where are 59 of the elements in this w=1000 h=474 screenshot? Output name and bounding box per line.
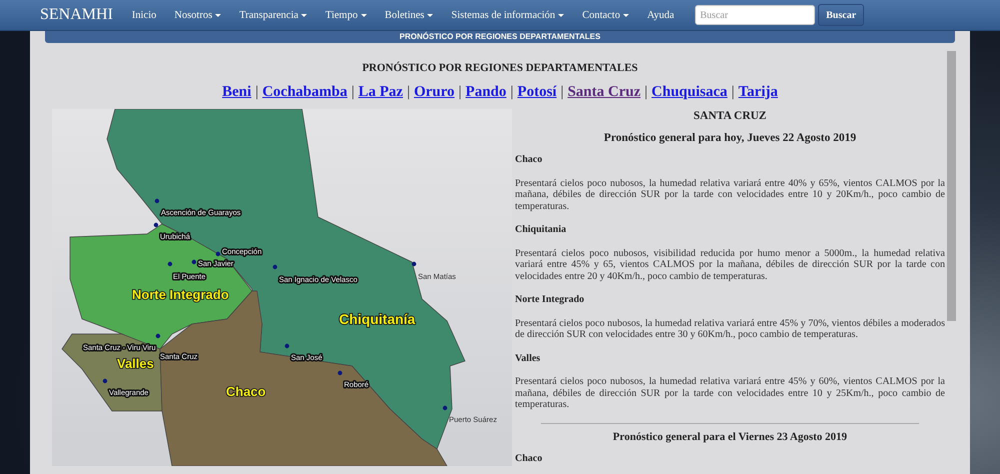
city-marker bbox=[154, 198, 160, 204]
nav-link[interactable]: Boletines bbox=[376, 10, 442, 20]
department-link[interactable]: Potosí bbox=[517, 84, 557, 101]
city-marker bbox=[338, 370, 342, 376]
department-link[interactable]: Beni bbox=[222, 84, 252, 101]
department-link[interactable]: Chuquisaca bbox=[652, 84, 728, 101]
city-marker bbox=[168, 262, 172, 266]
city-marker bbox=[156, 334, 160, 338]
page-title: PRONÓSTICO POR REGIONES DEPARTAMENTALES bbox=[361, 62, 639, 74]
search-field[interactable]: Buscar bbox=[695, 5, 816, 25]
separator: | bbox=[560, 84, 564, 101]
separator: | bbox=[406, 84, 410, 101]
nav-link[interactable]: Sistemas de información bbox=[442, 10, 574, 20]
nav-link[interactable]: Tiempo bbox=[316, 10, 376, 20]
region-heading: Chaco bbox=[515, 154, 544, 166]
region-label: Chaco bbox=[226, 384, 266, 399]
region-heading: Valles bbox=[515, 352, 542, 364]
city-marker bbox=[442, 406, 448, 410]
separator: | bbox=[510, 84, 514, 101]
region-heading: Chiquitania bbox=[515, 224, 568, 236]
city-marker bbox=[192, 260, 196, 264]
department-link[interactable]: Pando bbox=[466, 84, 506, 101]
section-banner: PRONÓSTICO POR REGIONES DEPARTAMENTALES bbox=[45, 31, 955, 43]
nav-link[interactable]: Inicio bbox=[122, 10, 166, 20]
region-heading: Norte Integrado bbox=[515, 294, 586, 306]
department-heading: SANTA CRUZ bbox=[692, 111, 768, 122]
region-label: Chiquitanía bbox=[339, 311, 416, 327]
nav-link[interactable]: Transparencia bbox=[230, 10, 316, 20]
separator: | bbox=[255, 84, 258, 101]
region-label: Norte Integrado bbox=[132, 287, 229, 302]
nav-link[interactable]: Contacto bbox=[573, 10, 638, 20]
city-marker bbox=[154, 222, 158, 228]
day-heading: Pronóstico general para hoy, Jueves 22 Agosto 2019 bbox=[602, 132, 858, 144]
forecast-text: Presentará cielos poco nubosos, la humedad relativa variará entre 40% y 65%, vientos CALMOS por la mañana, débiles de dirección SUR por la tarde con velocidades entre 10 y 20Km/h., poco cambio de temperaturas. bbox=[515, 178, 945, 212]
nav-link[interactable]: Ayuda bbox=[638, 10, 684, 20]
forecast-text: Presentará cielos poco nubosos, visibilidad reducida por humo menor a 5000m., la humedad relativa variará entre 45% y 65, vientos CALMOS por la mañana, débiles de dirección SUR por la tarde con velocidades entre 20 y 40Km/h., poco cambio de temperaturas. bbox=[515, 248, 945, 282]
department-link[interactable]: Oruro bbox=[414, 84, 455, 101]
forecast-text: Presentará cielos poco nubosos, la humedad relativa variará entre 45% y 70%, vientos débiles a moderados de dirección SUR con velocidades entre 30 y 60Km/h., poco cambio de temperaturas. bbox=[515, 318, 945, 340]
brand-link[interactable]: SENAMHI bbox=[40, 6, 113, 24]
region-label: Valles bbox=[117, 356, 154, 371]
separator: | bbox=[644, 84, 648, 101]
department-link[interactable]: Santa Cruz bbox=[568, 84, 641, 101]
separator: | bbox=[458, 84, 462, 101]
nav-link[interactable]: Nosotros bbox=[165, 10, 230, 20]
separator: | bbox=[351, 84, 354, 101]
forecast-text: Presentará cielos poco nubosos, la humedad relativa variará entre 45% y 60%, vientos CALMOS por la mañana, débiles de dirección SUR por la tarde con velocidades entre 10 y 25Km/h., poco cambio de temperaturas. bbox=[515, 376, 945, 410]
scrollbar-thumb[interactable] bbox=[947, 51, 956, 321]
city-marker bbox=[284, 344, 290, 348]
day-heading: Pronóstico general para el Viernes 23 Agosto 2019 bbox=[612, 432, 848, 443]
region-heading: Chaco bbox=[515, 453, 544, 464]
city-marker bbox=[412, 262, 416, 266]
separator: | bbox=[731, 84, 734, 101]
city-marker bbox=[272, 264, 278, 270]
search-button[interactable]: Buscar bbox=[818, 4, 864, 26]
department-link[interactable]: Cochabamba bbox=[262, 84, 348, 101]
city-marker bbox=[216, 252, 220, 256]
city-marker bbox=[102, 378, 108, 384]
department-link[interactable]: Tarija bbox=[738, 84, 778, 101]
department-link[interactable]: La Paz bbox=[358, 84, 403, 101]
